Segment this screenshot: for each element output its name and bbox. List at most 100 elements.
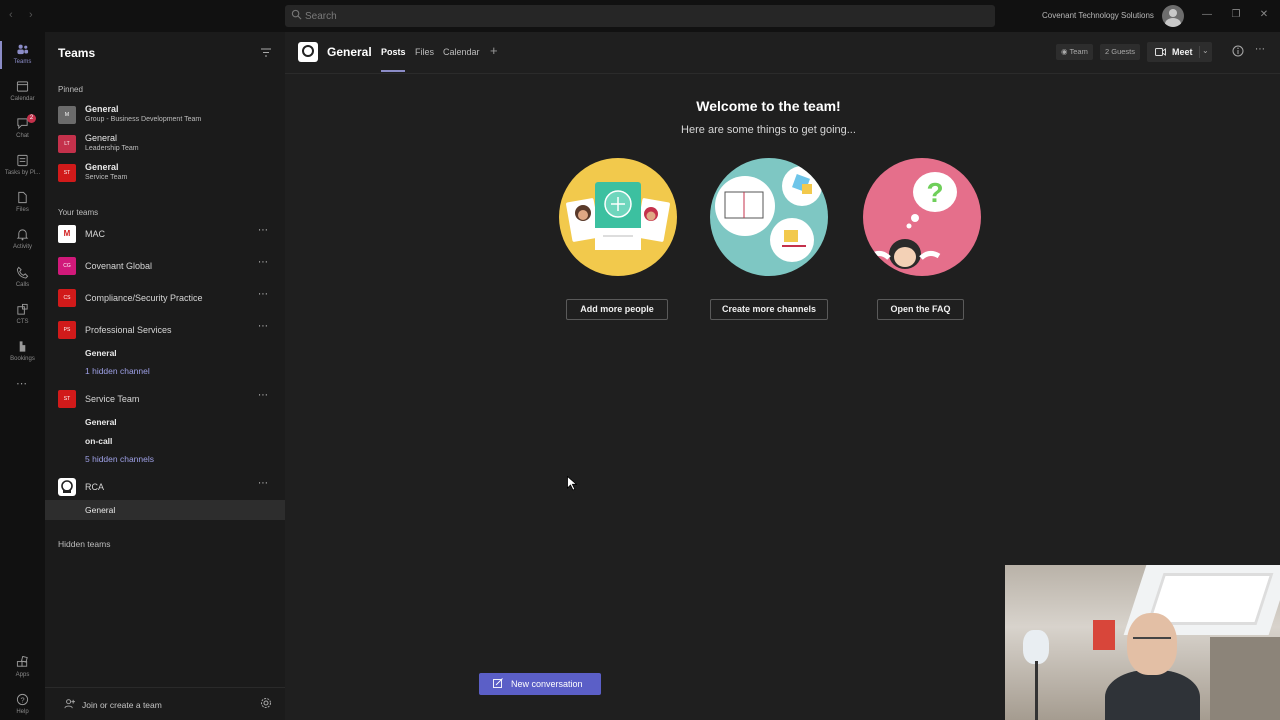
more-options-icon[interactable]: ⋯ — [258, 289, 268, 300]
info-icon[interactable] — [1232, 45, 1244, 57]
video-camera-icon — [1155, 48, 1166, 56]
webcam-poster — [1093, 620, 1115, 650]
rail-item-bookings[interactable]: Bookings — [0, 334, 45, 372]
team-item-rca[interactable]: RCA ⋯ — [58, 475, 280, 499]
rail-label: Apps — [15, 672, 30, 678]
more-options-icon[interactable]: ⋯ — [258, 225, 268, 236]
rail-item-files[interactable]: Files — [0, 185, 45, 223]
add-tab-icon[interactable]: + — [490, 43, 498, 58]
webcam-lamp — [1023, 630, 1049, 664]
search-icon — [291, 9, 302, 20]
hidden-teams-label[interactable]: Hidden teams — [58, 539, 110, 549]
title-bar: ‹ › Covenant Technology Solutions — ❐ ✕ — [0, 0, 1280, 32]
new-conversation-button[interactable]: New conversation — [479, 673, 601, 695]
phone-icon — [16, 266, 29, 279]
pinned-channel-name: General — [85, 162, 119, 172]
team-item-professional-services[interactable]: PS Professional Services ⋯ — [58, 318, 280, 342]
apps-icon — [16, 656, 28, 667]
active-tab-indicator — [381, 70, 405, 72]
svg-text:?: ? — [20, 695, 24, 704]
chat-badge: 2 — [27, 114, 36, 123]
meet-button[interactable]: Meet ⌄ — [1147, 42, 1212, 62]
rail-item-tasks[interactable]: Tasks by Pl... — [0, 148, 45, 186]
search-box[interactable] — [285, 5, 995, 27]
rail-label: Calls — [15, 282, 30, 288]
create-more-channels-button[interactable]: Create more channels — [710, 299, 828, 320]
team-button[interactable]: ◉ Team — [1056, 44, 1093, 60]
your-teams-label: Your teams — [58, 208, 99, 217]
tab-files[interactable]: Files — [415, 47, 434, 57]
files-icon — [18, 191, 27, 204]
minimize-icon[interactable]: — — [1200, 8, 1214, 22]
team-item-compliance[interactable]: CS Compliance/Security Practice ⋯ — [58, 286, 280, 310]
rail-label: Files — [16, 207, 29, 213]
pinned-channel-name: General — [85, 104, 119, 114]
tab-posts[interactable]: Posts — [381, 47, 406, 57]
forward-arrow-icon[interactable]: › — [29, 9, 33, 21]
join-or-create-team-button[interactable]: Join or create a team — [82, 700, 162, 710]
rail-item-calls[interactable]: Calls — [0, 260, 45, 298]
team-tile: M — [58, 225, 76, 243]
webcam-person-body — [1105, 670, 1200, 720]
team-item-mac[interactable]: M MAC ⋯ — [58, 222, 280, 246]
restore-icon[interactable]: ❐ — [1229, 8, 1243, 22]
pinned-item[interactable]: M General Group - Business Development T… — [58, 103, 278, 131]
rail-label: Bookings — [10, 356, 35, 362]
filter-icon[interactable] — [261, 48, 271, 57]
more-options-icon[interactable]: ⋯ — [258, 257, 268, 268]
guests-button[interactable]: 2 Guests — [1100, 44, 1141, 60]
open-faq-button[interactable]: Open the FAQ — [877, 299, 964, 320]
rail-more-apps[interactable]: ⋯ — [0, 375, 45, 395]
rail-item-chat[interactable]: 2 Chat — [0, 111, 45, 149]
team-tile: ST — [58, 390, 76, 408]
create-channels-illustration — [710, 158, 828, 276]
help-icon: ? — [16, 693, 29, 706]
channel-general[interactable]: General — [85, 417, 117, 427]
channel-on-call[interactable]: on-call — [85, 436, 112, 446]
pinned-team-name: Leadership Team — [85, 145, 139, 152]
close-icon[interactable]: ✕ — [1257, 8, 1271, 22]
user-avatar[interactable] — [1162, 5, 1184, 27]
team-item-covenant-global[interactable]: CG Covenant Global ⋯ — [58, 254, 280, 278]
rail-item-calendar[interactable]: Calendar — [0, 74, 45, 112]
team-name: Service Team — [85, 394, 140, 404]
channel-general-selected[interactable]: General — [85, 505, 115, 515]
more-options-icon[interactable]: ⋯ — [258, 478, 268, 489]
pinned-team-name: Group - Business Development Team — [85, 116, 202, 123]
more-options-icon[interactable]: ⋯ — [258, 390, 268, 401]
gear-icon[interactable] — [260, 697, 272, 709]
team-name: Professional Services — [85, 325, 172, 335]
chevron-down-icon[interactable]: ⌄ — [1202, 46, 1209, 55]
webcam-lamp-stand — [1035, 661, 1038, 720]
team-tile — [58, 478, 76, 496]
pinned-item[interactable]: ST General Service Team — [58, 161, 278, 189]
divider — [1199, 46, 1200, 58]
rail-label: Tasks by Pl... — [4, 170, 41, 176]
team-item-service-team[interactable]: ST Service Team ⋯ — [58, 387, 280, 411]
webcam-shelf — [1210, 637, 1280, 720]
team-info-icon: ◉ — [1061, 47, 1070, 56]
add-more-people-button[interactable]: Add more people — [566, 299, 668, 320]
welcome-title: Welcome to the team! — [696, 98, 841, 114]
team-tile: M — [58, 106, 76, 124]
more-options-icon[interactable]: ⋯ — [1255, 44, 1265, 55]
hidden-channels-link[interactable]: 5 hidden channels — [85, 454, 154, 464]
rail-item-cts[interactable]: CTS — [0, 297, 45, 335]
search-input[interactable] — [305, 5, 985, 27]
svg-text:?: ? — [926, 177, 943, 208]
pinned-label: Pinned — [58, 85, 83, 94]
rail-item-apps[interactable]: Apps — [0, 650, 45, 688]
webcam-person-glasses — [1133, 637, 1171, 645]
pinned-item[interactable]: LT General Leadership Team — [58, 132, 278, 160]
meet-label: Meet — [1172, 47, 1193, 57]
hidden-channels-link[interactable]: 1 hidden channel — [85, 366, 150, 376]
rail-item-help[interactable]: ? Help — [0, 687, 45, 720]
channel-general[interactable]: General — [85, 348, 117, 358]
rail-item-teams[interactable]: Teams — [0, 37, 45, 75]
rail-item-activity[interactable]: Activity — [0, 222, 45, 260]
more-options-icon[interactable]: ⋯ — [258, 321, 268, 332]
back-arrow-icon[interactable]: ‹ — [9, 9, 13, 21]
teams-icon — [17, 44, 29, 55]
tab-calendar[interactable]: Calendar — [443, 47, 480, 57]
team-name: MAC — [85, 229, 105, 239]
